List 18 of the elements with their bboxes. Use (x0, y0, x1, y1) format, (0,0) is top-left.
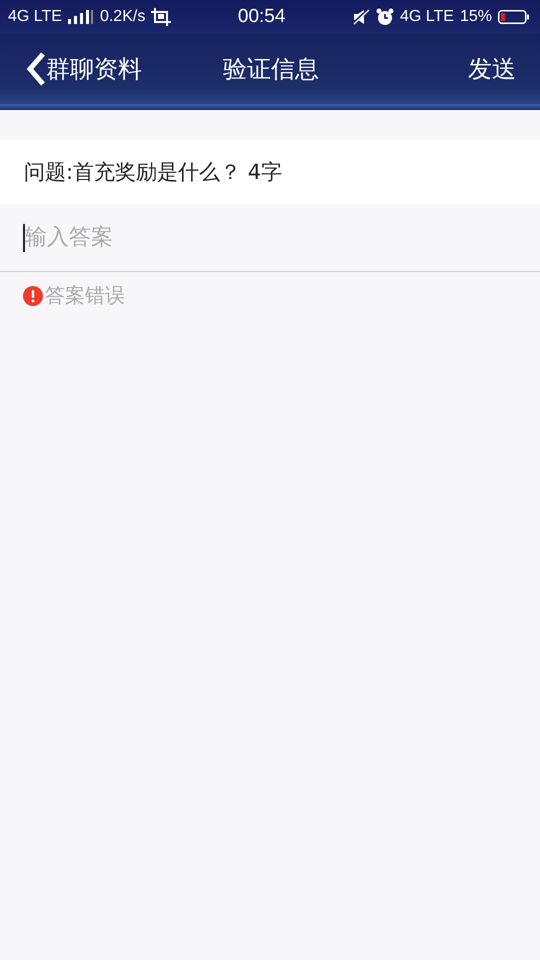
send-button[interactable]: 发送 (468, 53, 516, 85)
network-label: 4G LTE (8, 8, 62, 26)
answer-field[interactable]: 输入答案 (25, 225, 517, 250)
screenshot-icon (151, 8, 172, 26)
alarm-icon (376, 8, 394, 26)
clock: 00:54 (238, 6, 286, 28)
page-title: 验证信息 (223, 54, 319, 85)
signal-icon (68, 9, 94, 25)
error-icon (23, 286, 43, 306)
network-label: 4G LTE (400, 8, 454, 26)
battery-label: 15% (460, 8, 492, 26)
error-message: 答案错误 (45, 282, 125, 309)
mute-icon (352, 9, 370, 25)
speed-label: 0.2K/s (100, 8, 146, 26)
question-text: 问题:首充奖励是什么？ 4字 (24, 159, 282, 186)
battery-icon (498, 10, 530, 24)
back-button[interactable]: 群聊资料 (26, 52, 142, 86)
back-icon (26, 52, 46, 86)
